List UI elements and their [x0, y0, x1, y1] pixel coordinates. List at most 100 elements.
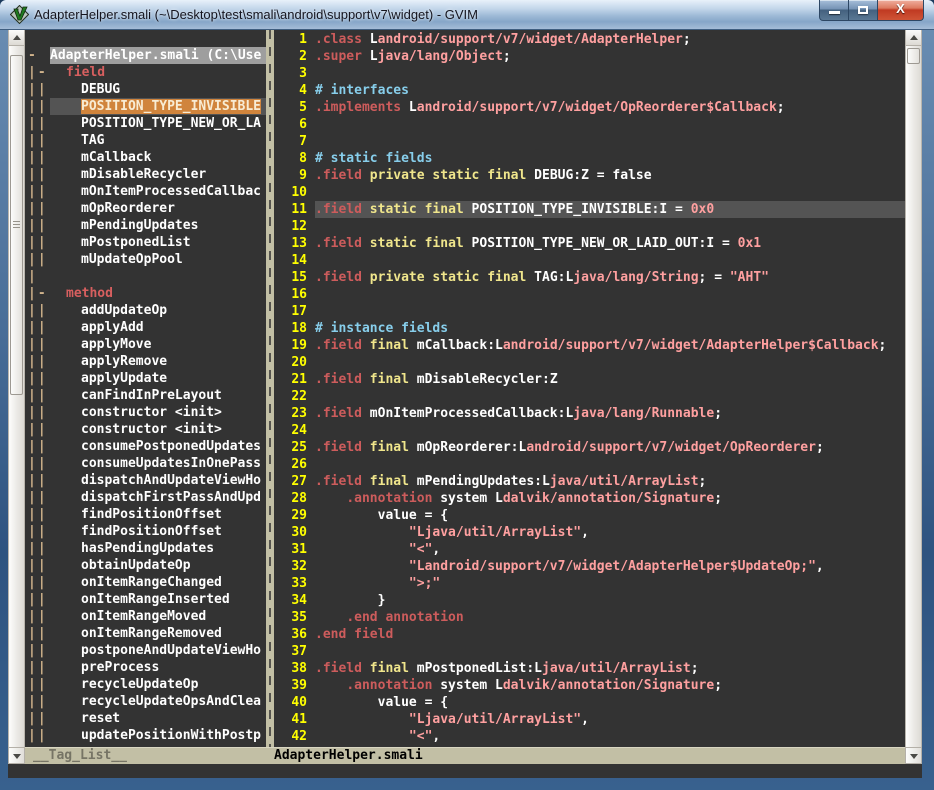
code-line[interactable]: 16	[274, 286, 905, 303]
taglist-scroll-down-button[interactable]	[8, 747, 25, 764]
taglist-tag-row[interactable]: || mDisableRecycler	[25, 166, 266, 183]
code-line[interactable]: 14	[274, 252, 905, 269]
taglist-tag-row[interactable]: || onItemRangeRemoved	[25, 625, 266, 642]
taglist-tag-row[interactable]: || mUpdateOpPool	[25, 251, 266, 268]
code-line[interactable]: 38 .field final mPostponedList:Ljava/util…	[274, 660, 905, 677]
taglist-tag-row[interactable]: || TAG	[25, 132, 266, 149]
code-line[interactable]: 34 }	[274, 592, 905, 609]
taglist-tag-row[interactable]: || mPendingUpdates	[25, 217, 266, 234]
taglist-tag-row[interactable]: || POSITION_TYPE_NEW_OR_LA	[25, 115, 266, 132]
taglist-tag-row[interactable]: || mPostponedList	[25, 234, 266, 251]
code-line[interactable]: 37	[274, 643, 905, 660]
code-line[interactable]: 25 .field final mOpReorderer:Landroid/sup…	[274, 439, 905, 456]
code-line[interactable]: 9 .field private static final DEBUG:Z = f…	[274, 167, 905, 184]
code-line[interactable]: 21 .field final mDisableRecycler:Z	[274, 371, 905, 388]
code-line[interactable]: 28 .annotation system Ldalvik/annotation…	[274, 490, 905, 507]
taglist-tag-row[interactable]: || canFindInPreLayout	[25, 387, 266, 404]
code-line[interactable]: 30 "Ljava/util/ArrayList",	[274, 524, 905, 541]
taglist-tag-row[interactable]: || consumeUpdatesInOnePass	[25, 455, 266, 472]
close-button[interactable]: X	[878, 0, 924, 21]
code-line[interactable]: 19 .field final mCallback:Landroid/suppor…	[274, 337, 905, 354]
code-line[interactable]: 6	[274, 116, 905, 133]
code-line[interactable]: 32 "Landroid/support/v7/widget/AdapterHe…	[274, 558, 905, 575]
code-line[interactable]: 10	[274, 184, 905, 201]
window-split-handle[interactable]	[266, 30, 274, 747]
line-number: 10	[291, 185, 307, 200]
taglist-tag-row[interactable]: || findPositionOffset	[25, 523, 266, 540]
code-line[interactable]: 33 ">;"	[274, 575, 905, 592]
taglist-tag-row[interactable]: || dispatchFirstPassAndUpd	[25, 489, 266, 506]
code-line[interactable]: 29 value = {	[274, 507, 905, 524]
taglist-tag-row[interactable]: || postponeAndUpdateViewHo	[25, 642, 266, 659]
taglist-section-row[interactable]: |- field	[25, 64, 266, 81]
taglist-tag-row[interactable]: || DEBUG	[25, 81, 266, 98]
taglist-file-row[interactable]: - AdapterHelper.smali (C:\Use	[25, 47, 266, 64]
taglist-tag-row[interactable]: || dispatchAndUpdateViewHo	[25, 472, 266, 489]
scroll-up-button[interactable]	[906, 30, 921, 46]
code-line[interactable]: 2 .super Ljava/lang/Object;	[274, 48, 905, 65]
code-line[interactable]: 20	[274, 354, 905, 371]
code-line[interactable]: 5 .implements Landroid/support/v7/widget/…	[274, 99, 905, 116]
command-line-area[interactable]	[8, 764, 922, 778]
code-line[interactable]: 7	[274, 133, 905, 150]
taglist-tag-row[interactable]: || recycleUpdateOpsAndClea	[25, 693, 266, 710]
taglist-tag-row[interactable]: || consumePostponedUpdates	[25, 438, 266, 455]
code-line[interactable]: 12	[274, 218, 905, 235]
code-line-cursor[interactable]: 11 .field static final POSITION_TYPE_INVI…	[274, 201, 905, 218]
taglist-tag-row[interactable]: || constructor <init>	[25, 421, 266, 438]
fold-marker-icon: ||	[28, 541, 48, 556]
code-scrollbar-thumb[interactable]	[907, 48, 920, 64]
taglist-section-row[interactable]: |- method	[25, 285, 266, 302]
taglist-tag-row[interactable]: || onItemRangeMoved	[25, 608, 266, 625]
code-line[interactable]: 36 .end field	[274, 626, 905, 643]
code-line[interactable]: 22	[274, 388, 905, 405]
taglist-tag-row[interactable]: || onItemRangeChanged	[25, 574, 266, 591]
code-scroll-down-button[interactable]	[905, 747, 922, 764]
code-line[interactable]: 3	[274, 65, 905, 82]
taglist-tag-row[interactable]: || reset	[25, 710, 266, 727]
code-line[interactable]: 40 value = {	[274, 694, 905, 711]
taglist-tag-row[interactable]: || addUpdateOp	[25, 302, 266, 319]
taglist-tag-row[interactable]: || applyUpdate	[25, 370, 266, 387]
code-line[interactable]: 31 "<",	[274, 541, 905, 558]
code-line[interactable]: 35 .end annotation	[274, 609, 905, 626]
minimize-button[interactable]	[819, 0, 849, 21]
taglist-tag-row[interactable]: || findPositionOffset	[25, 506, 266, 523]
maximize-button[interactable]	[849, 0, 878, 21]
taglist-tag-row[interactable]: || applyAdd	[25, 319, 266, 336]
taglist-scrollbar[interactable]	[8, 30, 25, 747]
taglist-selected-tag-row[interactable]: || POSITION_TYPE_INVISIBLE	[25, 98, 266, 115]
code-line[interactable]: 1 .class Landroid/support/v7/widget/Adapt…	[274, 31, 905, 48]
code-line[interactable]: 15 .field private static final TAG:Ljava/…	[274, 269, 905, 286]
taglist-tag-row[interactable]: || updatePositionWithPostp	[25, 727, 266, 744]
code-line[interactable]: 13 .field static final POSITION_TYPE_NEW_…	[274, 235, 905, 252]
taglist-tag-row[interactable]: || hasPendingUpdates	[25, 540, 266, 557]
code-line[interactable]: 8 # static fields	[274, 150, 905, 167]
line-text: }	[315, 593, 386, 608]
code-pane[interactable]: 1 .class Landroid/support/v7/widget/Adapt…	[274, 30, 905, 747]
taglist-tag-row[interactable]: || applyMove	[25, 336, 266, 353]
taglist-tag-row[interactable]: || mOpReorderer	[25, 200, 266, 217]
scroll-up-button[interactable]	[9, 30, 24, 46]
code-scrollbar[interactable]	[905, 30, 922, 747]
taglist-tag-row[interactable]: || constructor <init>	[25, 404, 266, 421]
taglist-tag-row[interactable]: || mOnItemProcessedCallbac	[25, 183, 266, 200]
code-line[interactable]: 4 # interfaces	[274, 82, 905, 99]
code-line[interactable]: 23 .field mOnItemProcessedCallback:Ljava/…	[274, 405, 905, 422]
taglist-tag-row[interactable]: || applyRemove	[25, 353, 266, 370]
code-line[interactable]: 17	[274, 303, 905, 320]
taglist-tag-row[interactable]: || recycleUpdateOp	[25, 676, 266, 693]
taglist-tag-row[interactable]: || onItemRangeInserted	[25, 591, 266, 608]
taglist-tag-row[interactable]: || preProcess	[25, 659, 266, 676]
taglist-scrollbar-thumb[interactable]	[10, 55, 23, 395]
taglist-tag-row[interactable]: || mCallback	[25, 149, 266, 166]
code-line[interactable]: 24	[274, 422, 905, 439]
code-line[interactable]: 27 .field final mPendingUpdates:Ljava/uti…	[274, 473, 905, 490]
code-line[interactable]: 18 # instance fields	[274, 320, 905, 337]
code-line[interactable]: 41 "Ljava/util/ArrayList",	[274, 711, 905, 728]
taglist-tag-row[interactable]: || obtainUpdateOp	[25, 557, 266, 574]
code-line[interactable]: 39 .annotation system Ldalvik/annotation…	[274, 677, 905, 694]
code-line[interactable]: 26	[274, 456, 905, 473]
title-bar[interactable]: AdapterHelper.smali (~\Desktop\test\smal…	[0, 0, 934, 30]
code-line[interactable]: 42 "<",	[274, 728, 905, 745]
